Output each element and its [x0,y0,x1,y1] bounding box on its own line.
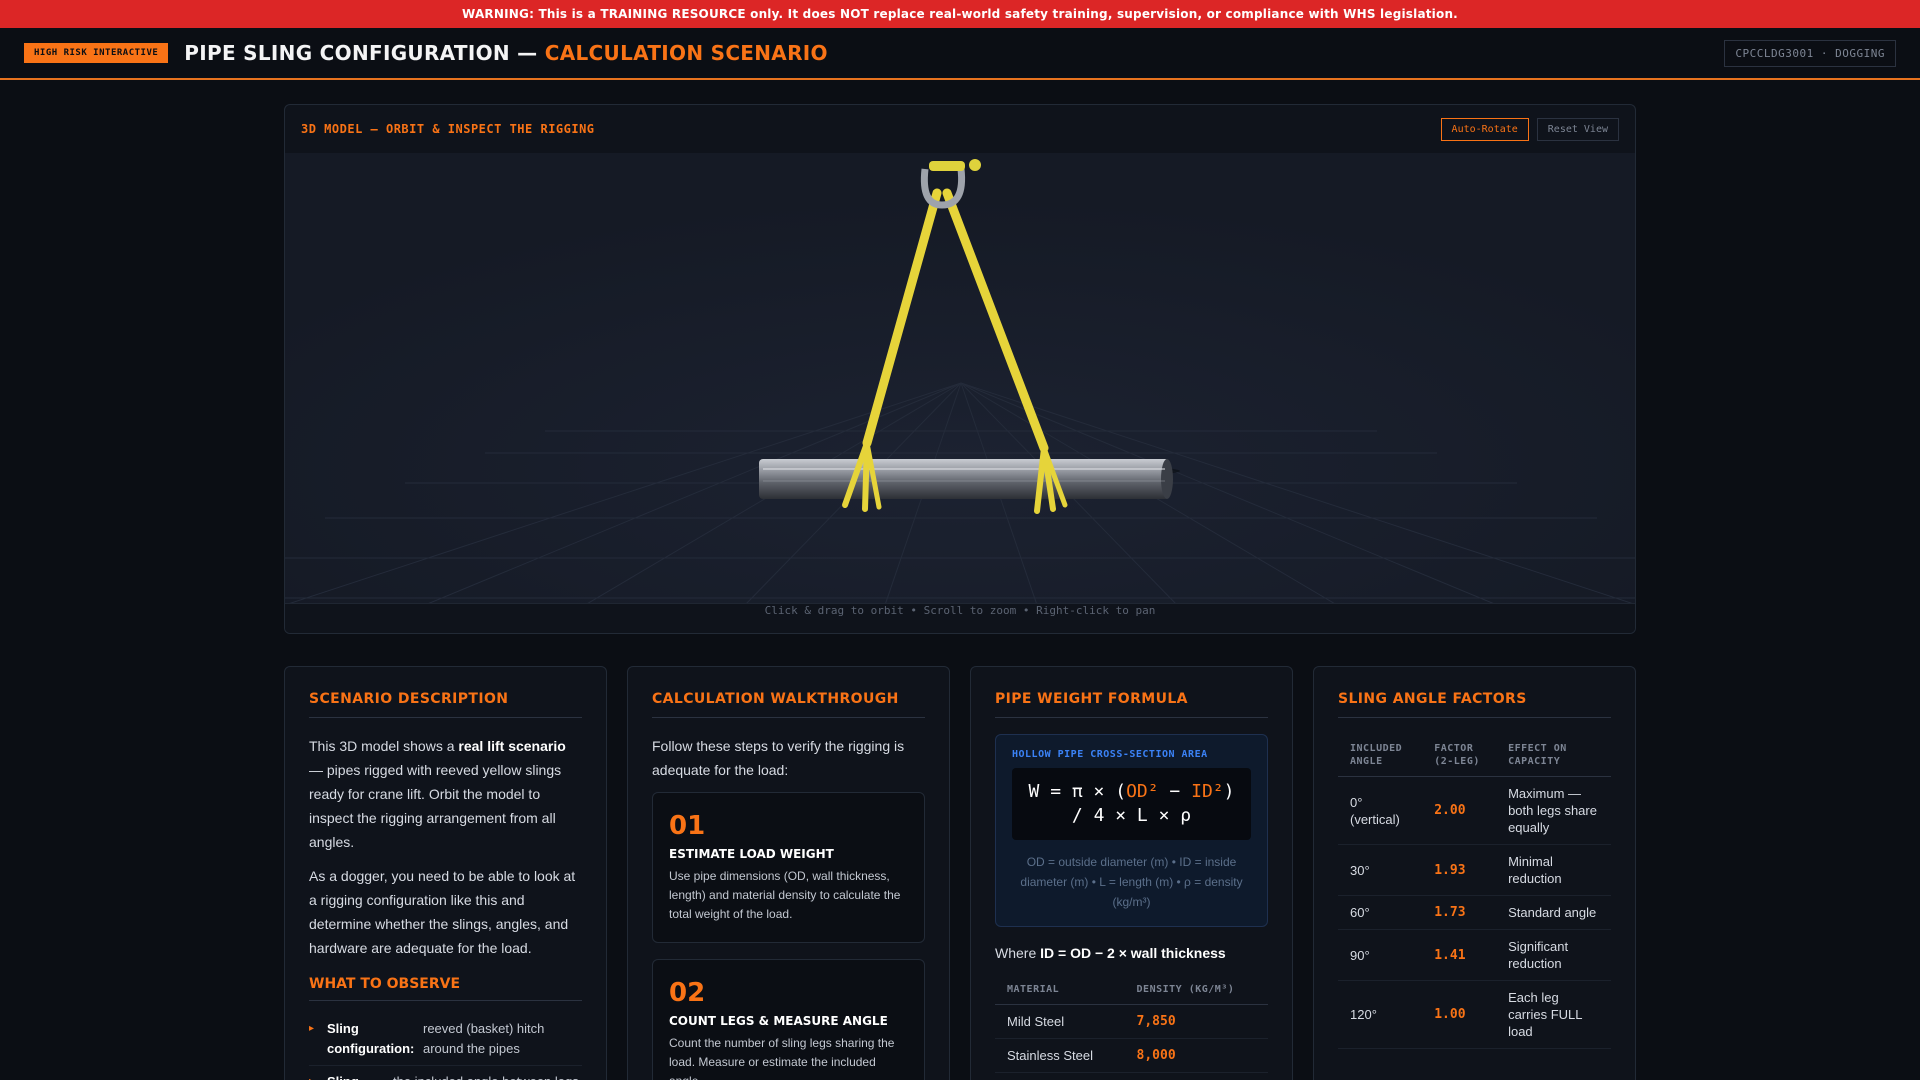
factor-cell: 2.00 [1422,776,1497,845]
scenario-card: SCENARIO DESCRIPTION This 3D model shows… [284,666,607,1080]
3d-viewer-panel: 3D MODEL — ORBIT & INSPECT THE RIGGING A… [284,104,1636,634]
effect-cell: Maximum — both legs share equally [1496,776,1611,845]
table-row: 120° 1.00 Each leg carries FULL load [1338,980,1611,1049]
scenario-paragraph-2: As a dogger, you need to be able to look… [309,868,576,956]
formula-line-1: W = π × (OD² − ID²) [1024,780,1239,804]
viewer-hint: Click & drag to orbit • Scroll to zoom •… [285,603,1635,633]
scenario-p1-pre: This 3D model shows a [309,738,459,754]
formula-part: W = π × ( [1028,781,1127,802]
angle-factors-card: SLING ANGLE FACTORS INCLUDED ANGLE FACTO… [1313,666,1636,1080]
effect-cell: Significant reduction [1496,929,1611,981]
table-row: Mild Steel 7,850 [995,1004,1268,1039]
step-description: Use pipe dimensions (OD, wall thickness,… [669,869,901,921]
effect-cell: Minimal reduction [1496,844,1611,896]
pipe-load [759,459,1180,499]
step-name: COUNT LEGS & MEASURE ANGLE [669,1014,888,1028]
page-title-main: PIPE SLING CONFIGURATION — [184,41,538,65]
density-table-header: MATERIAL [995,975,1125,1005]
density-table-header: DENSITY (KG/M³) [1124,975,1268,1005]
effect-cell: Each leg carries FULL load [1496,980,1611,1049]
material-cell: Stainless Steel [995,1038,1125,1073]
angle-factors-heading: SLING ANGLE FACTORS [1338,691,1611,718]
page-title: PIPE SLING CONFIGURATION — CALCULATION S… [184,41,828,65]
formula-box-label: HOLLOW PIPE CROSS-SECTION AREA [1012,749,1208,760]
where-pre: Where [995,945,1041,961]
observe-heading: WHAT TO OBSERVE [309,976,582,1001]
formula-card: PIPE WEIGHT FORMULA HOLLOW PIPE CROSS-SE… [970,666,1293,1080]
formula-line-2: / 4 × L × ρ [1071,805,1192,826]
angle-table-header: EFFECT ON CAPACITY [1496,734,1611,777]
angle-table-header: FACTOR (2-LEG) [1422,734,1497,777]
formula-od: OD² [1126,781,1159,802]
formula-id: ID² [1191,781,1224,802]
observe-key: Sling [327,1072,393,1080]
scenario-paragraph-1: This 3D model shows a real lift scenario… [309,734,582,854]
top-bar: High Risk Interactive PIPE SLING CONFIGU… [0,28,1920,80]
rigging-model-svg [285,153,1635,605]
angle-factors-table: INCLUDED ANGLE FACTOR (2-LEG) EFFECT ON … [1338,734,1611,1049]
viewer-controls: Auto-Rotate Reset View [1440,117,1619,141]
effect-cell: Standard angle [1496,895,1611,930]
observe-value: reeved (basket) hitch around the pipes [423,1021,545,1056]
table-row: Stainless Steel 8,000 [995,1038,1268,1073]
table-row: 60° 1.73 Standard angle [1338,895,1611,930]
observe-item: ▸ Sling configuration: reeved (basket) h… [309,1013,582,1066]
formula-note: OD = outside diameter (m) • ID = inside … [1020,855,1243,909]
angle-cell: 120° [1338,980,1423,1049]
scenario-p1-bold: real lift scenario [458,738,566,754]
angle-cell: 0° (vertical) [1338,776,1423,845]
step-description: Count the number of sling legs sharing t… [669,1036,895,1080]
where-bold: ID = OD − 2 × wall thickness [1040,945,1226,961]
formula-expression: W = π × (OD² − ID²) / 4 × L × ρ [1012,768,1251,840]
course-code-chip: CPCCLDG3001 · DOGGING [1724,40,1896,67]
walkthrough-card: CALCULATION WALKTHROUGH Follow these ste… [627,666,950,1080]
auto-rotate-button[interactable]: Auto-Rotate [1440,117,1529,141]
where-line: Where ID = OD − 2 × wall thickness [995,945,1268,961]
step-number: 01 [669,811,706,841]
material-cell: Mild Steel [995,1004,1125,1039]
angle-table-header: INCLUDED ANGLE [1338,734,1423,777]
step-card: 02 COUNT LEGS & MEASURE ANGLE Count the … [652,959,925,1080]
step-name: ESTIMATE LOAD WEIGHT [669,847,834,861]
factor-cell: 1.73 [1422,895,1497,930]
formula-box: HOLLOW PIPE CROSS-SECTION AREA W = π × (… [995,734,1268,927]
warning-banner: WARNING: This is a TRAINING RESOURCE onl… [0,0,1920,28]
angle-cell: 60° [1338,895,1423,930]
formula-part: − [1158,781,1192,802]
walkthrough-heading: CALCULATION WALKTHROUGH [652,691,925,718]
density-table: MATERIAL DENSITY (KG/M³) Mild Steel 7,85… [995,975,1268,1073]
angle-cell: 90° [1338,929,1423,981]
viewer-header: 3D MODEL — ORBIT & INSPECT THE RIGGING A… [285,105,1635,153]
table-row: 0° (vertical) 2.00 Maximum — both legs s… [1338,776,1611,845]
3d-scene-canvas[interactable] [285,153,1635,605]
step-number: 02 [669,978,706,1008]
table-row: 90° 1.41 Significant reduction [1338,929,1611,981]
angle-cell: 30° [1338,844,1423,896]
observe-value: the included angle between legs [393,1072,582,1080]
high-risk-badge: High Risk Interactive [24,43,169,63]
scenario-p1-post: — pipes rigged with reeved yellow slings… [309,762,562,850]
density-cell: 7,850 [1124,1004,1268,1039]
scenario-heading: SCENARIO DESCRIPTION [309,691,582,718]
factor-cell: 1.00 [1422,980,1497,1049]
formula-heading: PIPE WEIGHT FORMULA [995,691,1268,718]
walkthrough-intro: Follow these steps to verify the rigging… [652,738,905,778]
table-row: 30° 1.93 Minimal reduction [1338,844,1611,896]
step-card: 01 ESTIMATE LOAD WEIGHT Use pipe dimensi… [652,792,925,943]
factor-cell: 1.41 [1422,929,1497,981]
page-title-accent: CALCULATION SCENARIO [544,41,828,65]
observe-item: ▸ Sling the included angle between legs [309,1066,582,1080]
observe-key: Sling configuration: [327,1021,415,1056]
viewer-title: 3D MODEL — ORBIT & INSPECT THE RIGGING [301,122,595,136]
formula-part: ) [1223,781,1235,802]
arrow-icon: ▸ [309,1072,327,1080]
factor-cell: 1.93 [1422,844,1497,896]
reset-view-button[interactable]: Reset View [1536,117,1619,141]
arrow-icon: ▸ [309,1023,315,1034]
density-cell: 8,000 [1124,1038,1268,1073]
